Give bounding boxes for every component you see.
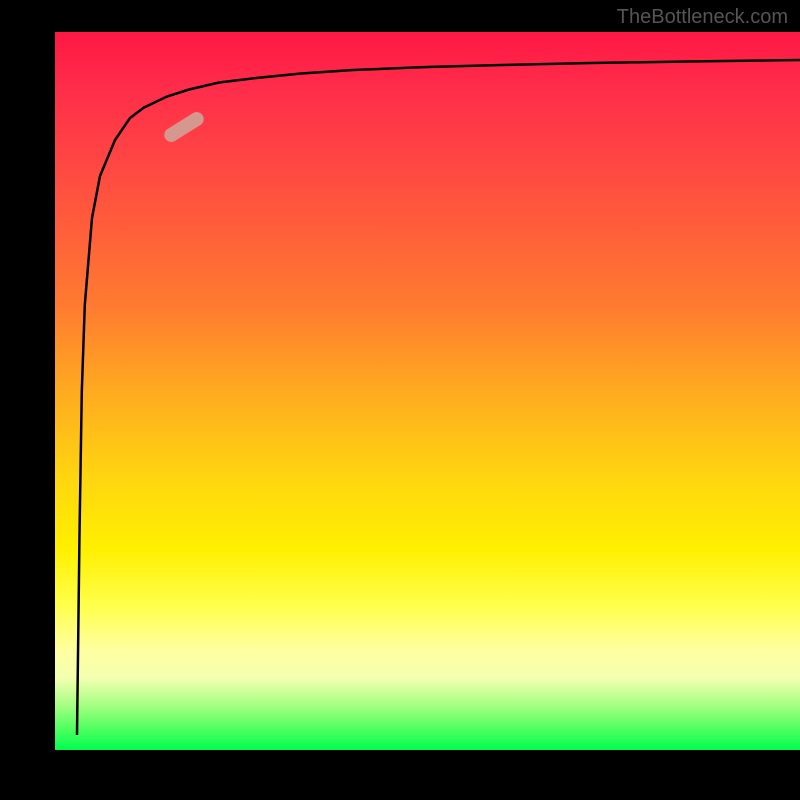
chart-plot-area [55, 32, 800, 750]
watermark-text: TheBottleneck.com [617, 6, 788, 29]
chart-svg [55, 32, 800, 750]
chart-curve [77, 60, 800, 735]
curve-marker [162, 109, 207, 144]
